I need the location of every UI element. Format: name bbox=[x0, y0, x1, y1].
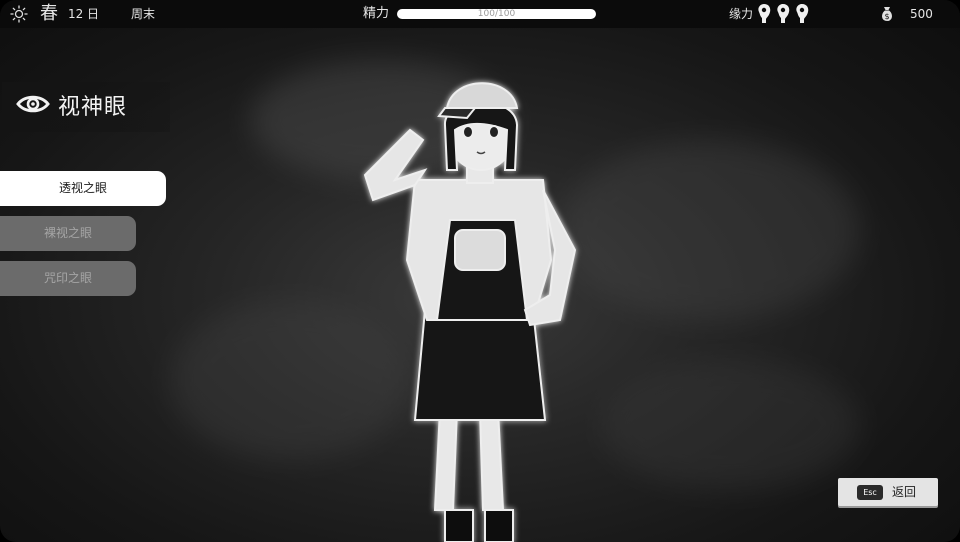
season-label: 春 bbox=[40, 3, 58, 24]
esc-key-icon: Esc bbox=[857, 485, 883, 500]
eye-icon bbox=[16, 95, 50, 113]
character-illustration bbox=[363, 82, 577, 542]
money-bag-icon: $ bbox=[882, 7, 892, 21]
stamina-label: 精力 bbox=[363, 6, 390, 21]
menu-item-curse-eye[interactable]: 咒印之眼 bbox=[0, 261, 136, 296]
smoke-wisp bbox=[560, 140, 860, 320]
day-unit: 日 bbox=[87, 7, 100, 21]
sun-icon bbox=[10, 5, 28, 23]
stamina-value: 100/100 bbox=[477, 9, 516, 19]
hand-token-icon bbox=[777, 4, 790, 23]
status-bar: 春 12 日 周末 精力 100/100 缘力 $ 500 bbox=[0, 0, 960, 28]
weekday-label: 周末 bbox=[131, 7, 156, 21]
money-value: 500 bbox=[910, 7, 933, 21]
hand-token-icon bbox=[796, 4, 809, 23]
affinity-label: 缘力 bbox=[729, 7, 754, 21]
hand-token-icon bbox=[758, 4, 771, 23]
back-button-label: 返回 bbox=[892, 485, 917, 499]
menu-item-naked-eye[interactable]: 裸视之眼 bbox=[0, 216, 136, 251]
menu-item-xray-eye[interactable]: 透视之眼 bbox=[0, 171, 166, 206]
smoke-wisp bbox=[600, 360, 860, 490]
day-number: 12 bbox=[68, 7, 84, 21]
back-button[interactable]: Esc 返回 bbox=[838, 478, 938, 506]
svg-text:$: $ bbox=[884, 12, 889, 21]
game-screen: 春 12 日 周末 精力 100/100 缘力 $ 500 视神眼 透视之眼 裸… bbox=[0, 0, 960, 542]
page-title: 视神眼 bbox=[58, 95, 128, 120]
